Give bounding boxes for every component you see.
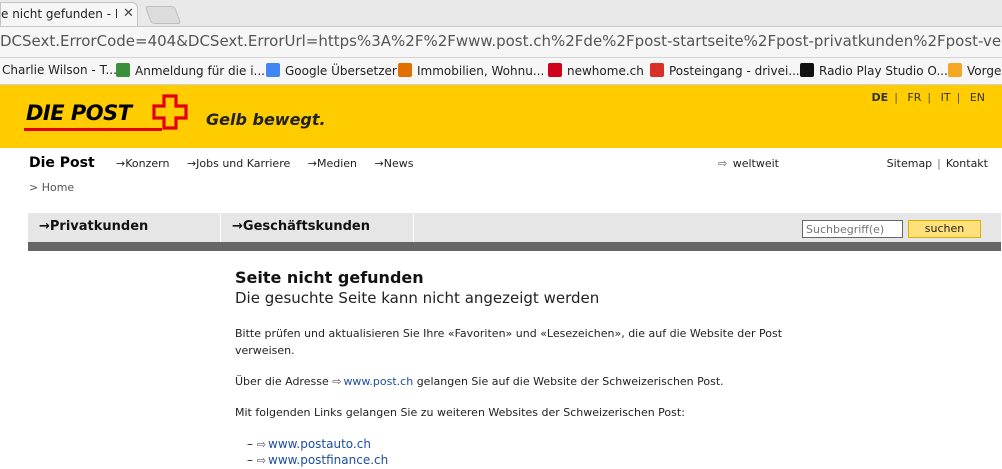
browser-tab-bar: e nicht gefunden - Die ✕ [0,0,1002,27]
tab-title: e nicht gefunden - Die [1,7,117,21]
lang-fr[interactable]: FR [907,91,921,104]
bookmark-label: Vorge [967,64,1002,78]
list-item: – ⇨ www.postfinance.ch [247,453,389,467]
bookmark-item[interactable]: Anmeldung für die i... [116,63,265,78]
nav-bottom-bar [28,242,1001,251]
bookmark-label: Radio Play Studio O... [819,64,948,78]
bookmark-item[interactable]: Charlie Wilson - T... [2,63,117,77]
postauto-link[interactable]: www.postauto.ch [268,437,371,451]
links-intro: Mit folgenden Links gelangen Sie zu weit… [235,406,685,419]
bookmark-item[interactable]: Immobilien, Wohnu... [398,63,544,78]
external-link-icon: ⇨ [256,454,267,467]
bookmark-label: Charlie Wilson - T... [2,63,117,77]
swiss-cross-icon [152,94,188,130]
external-link-icon: ⇨ [718,157,728,170]
bookmark-item[interactable]: newhome.ch [548,63,644,78]
external-link-icon: ⇨ [332,375,342,388]
nav-geschaeftskunden[interactable]: →Geschäftskunden [232,213,370,242]
brand-link[interactable]: Die Post [29,155,95,171]
post-logo[interactable]: DIE POST [26,101,132,125]
bookmark-label: Google Übersetzer [285,64,397,78]
nav-divider [220,213,221,242]
newhome-icon [548,63,562,77]
bookmark-label: Immobilien, Wohnu... [417,64,545,78]
links-list: – ⇨ www.postauto.ch – ⇨ www.postfinance.ch [247,437,388,469]
search-input[interactable] [802,220,903,238]
nav-jobs[interactable]: →Jobs und Karriere [187,157,290,170]
sva-icon [116,63,130,77]
nav-news[interactable]: →News [375,157,414,170]
page-subtitle: Die gesuchte Seite kann nicht angezeigt … [235,289,600,307]
google-translate-icon [266,63,280,77]
bookmark-item[interactable]: Google Übersetzer [266,63,397,78]
weltweit-link[interactable]: ⇨ weltweit [718,157,779,170]
bookmarks-bar: Charlie Wilson - T... Anmeldung für die … [0,58,1002,85]
bookmark-label: Anmeldung für die i... [135,64,265,78]
browser-tab[interactable]: e nicht gefunden - Die ✕ [0,2,138,26]
gmail-icon [650,63,664,77]
bookmark-item[interactable]: Posteingang - drivei... [650,63,800,78]
weltweit-label: weltweit [732,157,779,170]
address-paragraph: Über die Adresse ⇨ www.post.ch gelangen S… [235,373,795,390]
address-text-after: gelangen Sie auf die Website der Schweiz… [416,375,724,388]
lang-it[interactable]: IT [941,91,951,104]
language-switcher: DE | FR | IT | EN [871,91,985,104]
close-icon[interactable]: ✕ [123,6,134,21]
bookmark-label: newhome.ch [567,64,644,78]
logo-underline [24,128,162,131]
address-bar[interactable]: DCSext.ErrorCode=404&DCSext.ErrorUrl=htt… [0,27,1002,58]
page-title: Seite nicht gefunden [235,268,424,287]
bulb-icon [948,63,962,77]
site-header: DIE POST Gelb bewegt. DE | FR | IT | EN [0,85,1002,148]
breadcrumb[interactable]: > Home [29,181,74,194]
list-item: – ⇨ www.postauto.ch [247,437,371,451]
lang-de[interactable]: DE [872,91,889,104]
postfinance-link[interactable]: www.postfinance.ch [268,453,388,467]
new-tab-button[interactable] [144,6,182,24]
address-text-before: Über die Adresse [235,375,329,388]
radio-icon [800,63,814,77]
content-header: Seite nicht gefunden Die gesuchte Seite … [235,268,795,307]
nav-divider [413,213,414,242]
kontakt-link[interactable]: Kontakt [946,157,988,170]
nav-medien[interactable]: →Medien [308,157,357,170]
bookmark-item[interactable]: Radio Play Studio O... [800,63,948,78]
slogan: Gelb bewegt. [206,110,326,129]
info-paragraph: Bitte prüfen und aktualisieren Sie Ihre … [235,327,783,357]
bookmark-label: Posteingang - drivei... [669,64,800,78]
nav-privatkunden[interactable]: →Privatkunden [39,213,148,242]
nav-konzern[interactable]: →Konzern [116,157,169,170]
utility-links: Sitemap | Kontakt [886,157,988,170]
post-ch-link[interactable]: www.post.ch [343,375,413,388]
url-text: DCSext.ErrorCode=404&DCSext.ErrorUrl=htt… [0,32,1002,50]
bookmark-item[interactable]: Vorge [948,63,1001,78]
lang-en[interactable]: EN [970,91,985,104]
house-icon [398,63,412,77]
external-link-icon: ⇨ [256,438,267,451]
search-button[interactable]: suchen [908,220,981,238]
top-navigation: →Konzern →Jobs und Karriere →Medien →New… [116,157,427,170]
sitemap-link[interactable]: Sitemap [887,157,933,170]
